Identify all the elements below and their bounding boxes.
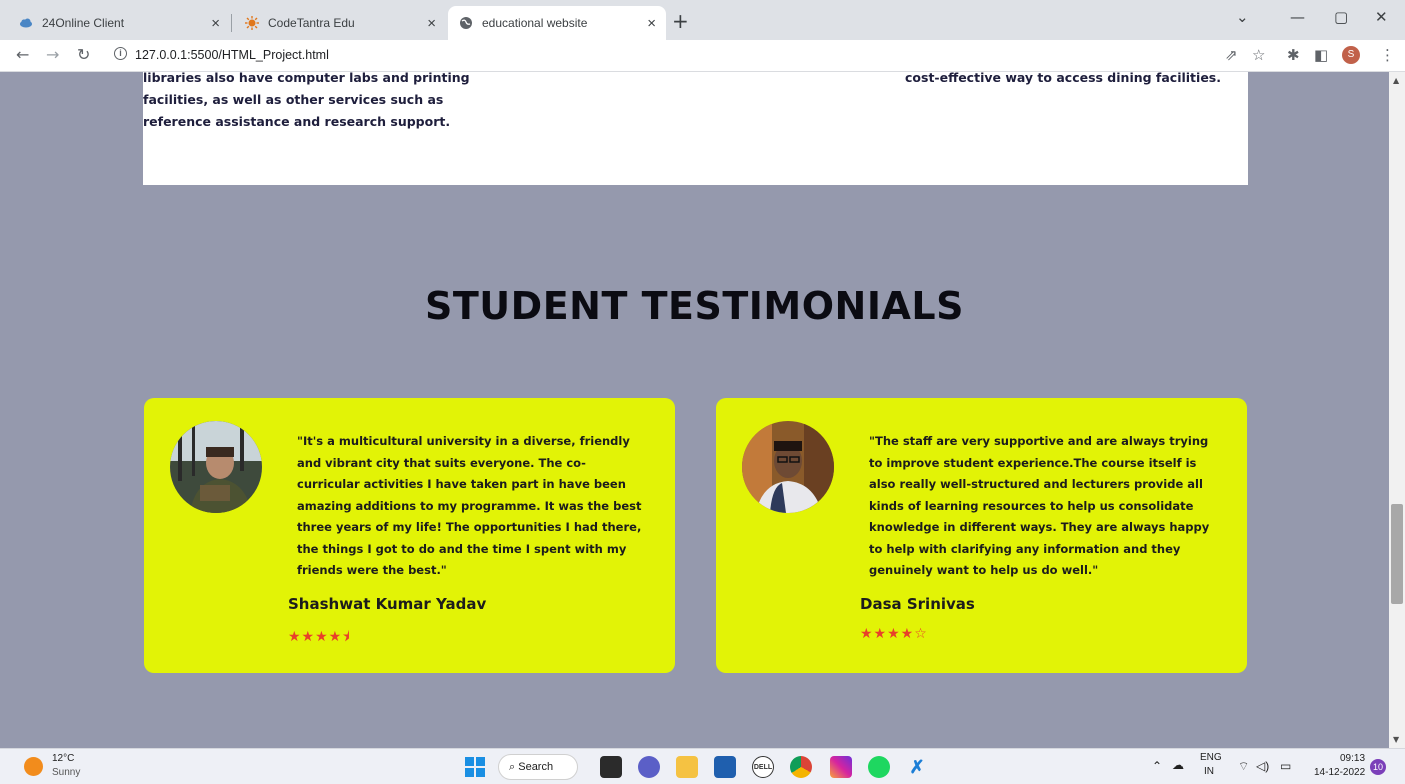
forward-arrow-icon[interactable]: → [46,45,59,64]
close-tab-icon[interactable]: × [211,15,220,32]
facility-library-text: libraries also have computer labs and pr… [143,72,470,129]
minimize-button[interactable]: — [1290,8,1305,26]
section-title: STUDENT TESTIMONIALS [425,284,964,328]
volume-icon[interactable]: ◁) [1256,759,1269,773]
clock-date[interactable]: 14-12-2022 [1314,767,1365,778]
page-scrollbar[interactable]: ▲ ▼ [1389,72,1405,748]
scroll-down-arrow-icon[interactable]: ▼ [1393,735,1399,744]
close-window-button[interactable]: ✕ [1375,8,1388,26]
tab-title: CodeTantra Edu [268,16,355,30]
student-photo [170,421,262,513]
share-icon[interactable]: ⇗ [1225,46,1238,64]
task-view-icon[interactable] [600,756,622,778]
reload-icon[interactable]: ↻ [77,45,90,64]
site-info-icon[interactable]: i [114,47,127,60]
battery-icon[interactable]: ▭ [1280,759,1291,773]
close-tab-icon[interactable]: × [647,15,656,32]
new-tab-button[interactable]: + [672,9,689,33]
tab-codetantra-edu[interactable]: CodeTantra Edu × [234,6,446,40]
tab-24online-client[interactable]: 24Online Client × [8,6,230,40]
testimonial-card: "It's a multicultural university in a di… [144,398,675,673]
file-explorer-icon[interactable] [676,756,698,778]
windows-start-icon[interactable] [464,756,486,778]
chrome-icon[interactable] [790,756,812,778]
testimonial-author: Shashwat Kumar Yadav [288,595,487,613]
cloud-sync-icon[interactable]: ☁ [1172,758,1184,772]
page-viewport: libraries also have computer labs and pr… [0,72,1389,748]
windows-taskbar: 12°C Sunny ⌕ Search DELL ✗ ⌃ ☁ ENG IN ⌔ … [0,748,1405,784]
wifi-icon[interactable]: ⌔ [1238,759,1249,774]
scroll-up-arrow-icon[interactable]: ▲ [1393,76,1399,85]
star-rating: ★★★★☆ [860,626,928,642]
show-hidden-icons-icon[interactable]: ⌃ [1152,759,1162,773]
weather-condition[interactable]: Sunny [52,767,80,778]
search-icon: ⌕ [509,761,516,773]
extensions-puzzle-icon[interactable]: ✱ [1287,46,1300,64]
dell-icon[interactable]: DELL [752,756,774,778]
tab-title: 24Online Client [42,16,125,30]
testimonial-author: Dasa Srinivas [860,595,975,613]
scrollbar-thumb[interactable] [1391,504,1403,604]
clock-time[interactable]: 09:13 [1340,753,1365,764]
taskbar-search-box[interactable]: ⌕ Search [498,754,578,780]
instagram-icon[interactable] [830,756,852,778]
tab-divider [231,14,232,32]
sun-weather-icon[interactable] [24,757,43,776]
region-indicator[interactable]: IN [1204,766,1214,777]
tab-title: educational website [482,16,588,30]
facility-dining-text: cost-effective way to access dining faci… [905,72,1221,85]
cloud-icon [18,15,34,31]
vscode-icon[interactable]: ✗ [906,756,928,778]
back-arrow-icon[interactable]: ← [16,45,29,64]
close-tab-icon[interactable]: × [427,15,436,32]
globe-icon [458,15,474,31]
student-photo [742,421,834,513]
sun-logo-icon [244,15,260,31]
side-panel-icon[interactable]: ◧ [1314,46,1328,64]
testimonial-quote: "The staff are very supportive and are a… [869,434,1210,577]
bookmark-star-icon[interactable]: ☆ [1252,46,1265,64]
maximize-button[interactable]: ▢ [1334,8,1348,26]
url-field[interactable]: 127.0.0.1:5500/HTML_Project.html [135,48,329,62]
facilities-card: libraries also have computer labs and pr… [143,72,1248,185]
notification-badge[interactable]: 10 [1370,759,1386,775]
weather-temperature[interactable]: 12°C [52,753,74,764]
star-rating: ★★★★⯨ [288,629,351,645]
tab-search-chevron-icon[interactable]: ⌄ [1236,8,1249,26]
address-bar: ← → ↻ i 127.0.0.1:5500/HTML_Project.html… [0,40,1405,72]
search-label: Search [518,761,554,773]
profile-avatar[interactable]: S [1342,46,1360,64]
store-icon[interactable] [714,756,736,778]
testimonial-quote: "It's a multicultural university in a di… [297,434,642,577]
tab-educational-website[interactable]: educational website × [448,6,666,40]
chat-icon[interactable] [638,756,660,778]
testimonial-card: "The staff are very supportive and are a… [716,398,1247,673]
language-indicator[interactable]: ENG [1200,752,1222,763]
spotify-icon[interactable] [868,756,890,778]
menu-kebab-icon[interactable]: ⋮ [1380,46,1395,64]
browser-tab-strip: 24Online Client × CodeTantra Edu × educa… [0,0,1405,40]
